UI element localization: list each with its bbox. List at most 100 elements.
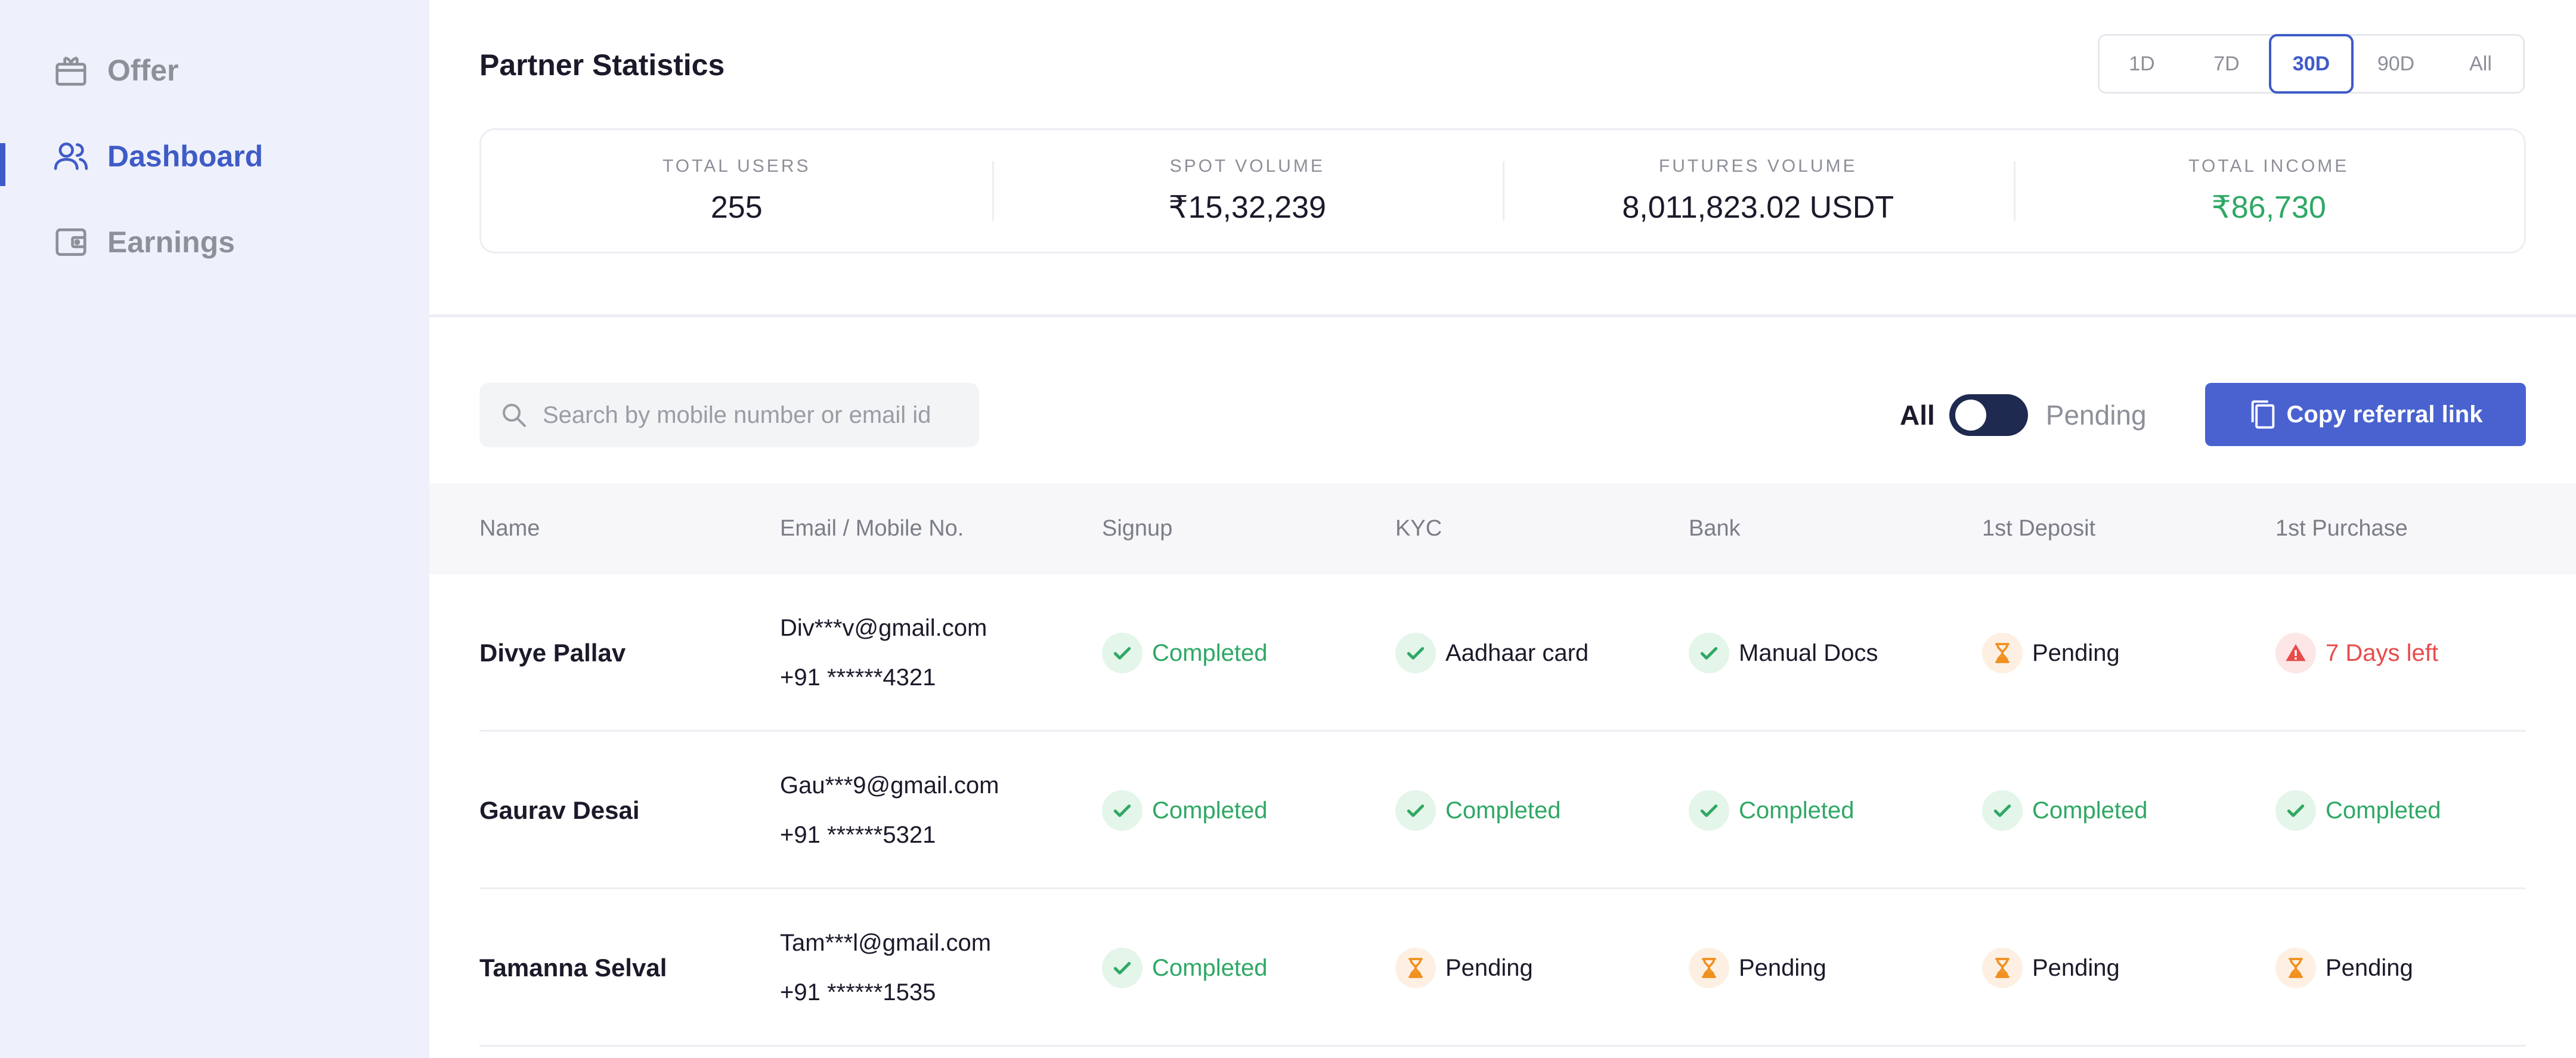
status-badge: Completed	[1102, 948, 1267, 988]
status-text: Completed	[1739, 797, 1854, 824]
status-text: 7 Days left	[2326, 639, 2438, 666]
hourglass-icon	[1395, 948, 1436, 988]
status-badge: Pending	[1982, 633, 2120, 673]
stat-label: TOTAL INCOME	[2188, 156, 2349, 176]
column-header-bank: Bank	[1689, 516, 1741, 541]
column-header-signup: Signup	[1102, 516, 1173, 541]
check-icon	[1102, 633, 1143, 673]
table-row[interactable]: Tamanna Selval Tam***l@gmail.com +91 ***…	[479, 889, 2526, 1047]
status-badge: Aadhaar card	[1395, 633, 1589, 673]
row-signup-status: Completed	[1102, 732, 1267, 889]
check-icon	[1395, 633, 1436, 673]
status-text: Manual Docs	[1739, 639, 1878, 666]
column-header-email: Email / Mobile No.	[780, 516, 964, 541]
table-row[interactable]: Gaurav Desai Gau***9@gmail.com +91 *****…	[479, 732, 2526, 889]
stat-label: SPOT VOLUME	[1169, 156, 1325, 176]
row-purchase-status: Completed	[2275, 732, 2441, 889]
table-header: Name Email / Mobile No. Signup KYC Bank …	[429, 483, 2576, 574]
check-icon	[1689, 633, 1729, 673]
row-deposit-status: Pending	[1982, 574, 2120, 732]
copy-referral-link-button[interactable]: Copy referral link	[2205, 383, 2526, 446]
copy-icon	[2248, 398, 2278, 431]
search-input[interactable]	[543, 401, 960, 429]
row-kyc-status: Pending	[1395, 889, 1533, 1047]
status-text: Completed	[1152, 954, 1268, 981]
stat-label: TOTAL USERS	[662, 156, 811, 176]
status-text: Pending	[1445, 954, 1533, 981]
stat-value: ₹15,32,239	[1168, 190, 1326, 225]
row-contact: Gau***9@gmail.com +91 ******5321	[780, 732, 999, 889]
sidebar-item-earnings[interactable]: Earnings	[0, 212, 429, 272]
check-icon	[1689, 790, 1729, 831]
column-header-kyc: KYC	[1395, 516, 1442, 541]
check-icon	[1395, 790, 1436, 831]
column-header-first-deposit: 1st Deposit	[1982, 516, 2096, 541]
status-badge: Pending	[2275, 948, 2413, 988]
toggle-label-pending: Pending	[2045, 400, 2147, 431]
range-all-button[interactable]: All	[2438, 34, 2523, 94]
range-1d-button[interactable]: 1D	[2100, 34, 2184, 94]
row-bank-status: Manual Docs	[1689, 574, 1878, 732]
status-badge: Completed	[1102, 633, 1267, 673]
row-name: Gaurav Desai	[479, 796, 640, 824]
sidebar-item-offer[interactable]: Offer	[0, 41, 429, 100]
row-mobile: +91 ******1535	[780, 979, 936, 1006]
stats-card: TOTAL USERS 255 SPOT VOLUME ₹15,32,239 F…	[479, 128, 2526, 253]
status-text: Pending	[1739, 954, 1826, 981]
status-text: Completed	[1445, 797, 1561, 824]
sidebar-item-dashboard[interactable]: Dashboard	[0, 126, 429, 186]
status-text: Pending	[2032, 639, 2120, 666]
stat-value: 255	[710, 190, 763, 225]
row-email: Div***v@gmail.com	[780, 615, 987, 641]
stat-total-users: TOTAL USERS 255	[481, 130, 992, 252]
all-pending-toggle[interactable]	[1949, 394, 2028, 436]
status-badge: Completed	[1982, 790, 2147, 831]
status-badge: Completed	[1102, 790, 1267, 831]
row-name: Divye Pallav	[479, 639, 626, 667]
section-divider	[429, 314, 2576, 317]
warning-icon	[2275, 633, 2316, 673]
row-purchase-status: 7 Days left	[2275, 574, 2438, 732]
row-mobile: +91 ******5321	[780, 822, 936, 848]
status-badge: Manual Docs	[1689, 633, 1878, 673]
range-90d-button[interactable]: 90D	[2354, 34, 2438, 94]
stat-value: ₹86,730	[2211, 190, 2326, 225]
stat-label: FUTURES VOLUME	[1658, 156, 1857, 176]
hourglass-icon	[1689, 948, 1729, 988]
sidebar-item-label: Earnings	[107, 225, 235, 259]
users-icon	[52, 138, 89, 175]
range-30d-button[interactable]: 30D	[2268, 34, 2354, 94]
row-deposit-status: Completed	[1982, 732, 2147, 889]
toggle-label-all: All	[1900, 400, 1935, 431]
status-text: Completed	[1152, 797, 1268, 824]
copy-referral-label: Copy referral link	[2286, 401, 2483, 428]
row-contact: Tam***l@gmail.com +91 ******1535	[780, 889, 991, 1047]
row-signup-status: Completed	[1102, 574, 1267, 732]
status-badge: Completed	[1689, 790, 1854, 831]
row-email: Gau***9@gmail.com	[780, 772, 999, 799]
check-icon	[1102, 790, 1143, 831]
status-text: Completed	[2032, 797, 2148, 824]
check-icon	[2275, 790, 2316, 831]
all-pending-toggle-group: All Pending	[1900, 388, 2147, 443]
toggle-knob	[1955, 400, 1986, 431]
wallet-icon	[52, 224, 89, 261]
stat-spot-volume: SPOT VOLUME ₹15,32,239	[992, 130, 1503, 252]
range-7d-button[interactable]: 7D	[2184, 34, 2269, 94]
row-deposit-status: Pending	[1982, 889, 2120, 1047]
status-badge: Pending	[1689, 948, 1826, 988]
row-bank-status: Pending	[1689, 889, 1826, 1047]
status-text: Completed	[2326, 797, 2441, 824]
hourglass-icon	[1982, 633, 2023, 673]
table-row[interactable]: Divye Pallav Div***v@gmail.com +91 *****…	[479, 574, 2526, 732]
status-text: Aadhaar card	[1445, 639, 1589, 666]
status-text: Pending	[2032, 954, 2120, 981]
range-selector: 1D 7D 30D 90D All	[2098, 34, 2525, 94]
hourglass-icon	[1982, 948, 2023, 988]
status-badge: Pending	[1982, 948, 2120, 988]
row-name: Tamanna Selval	[479, 954, 667, 982]
row-signup-status: Completed	[1102, 889, 1267, 1047]
status-badge: Completed	[1395, 790, 1561, 831]
search-icon	[497, 398, 531, 432]
gift-icon	[52, 52, 89, 89]
